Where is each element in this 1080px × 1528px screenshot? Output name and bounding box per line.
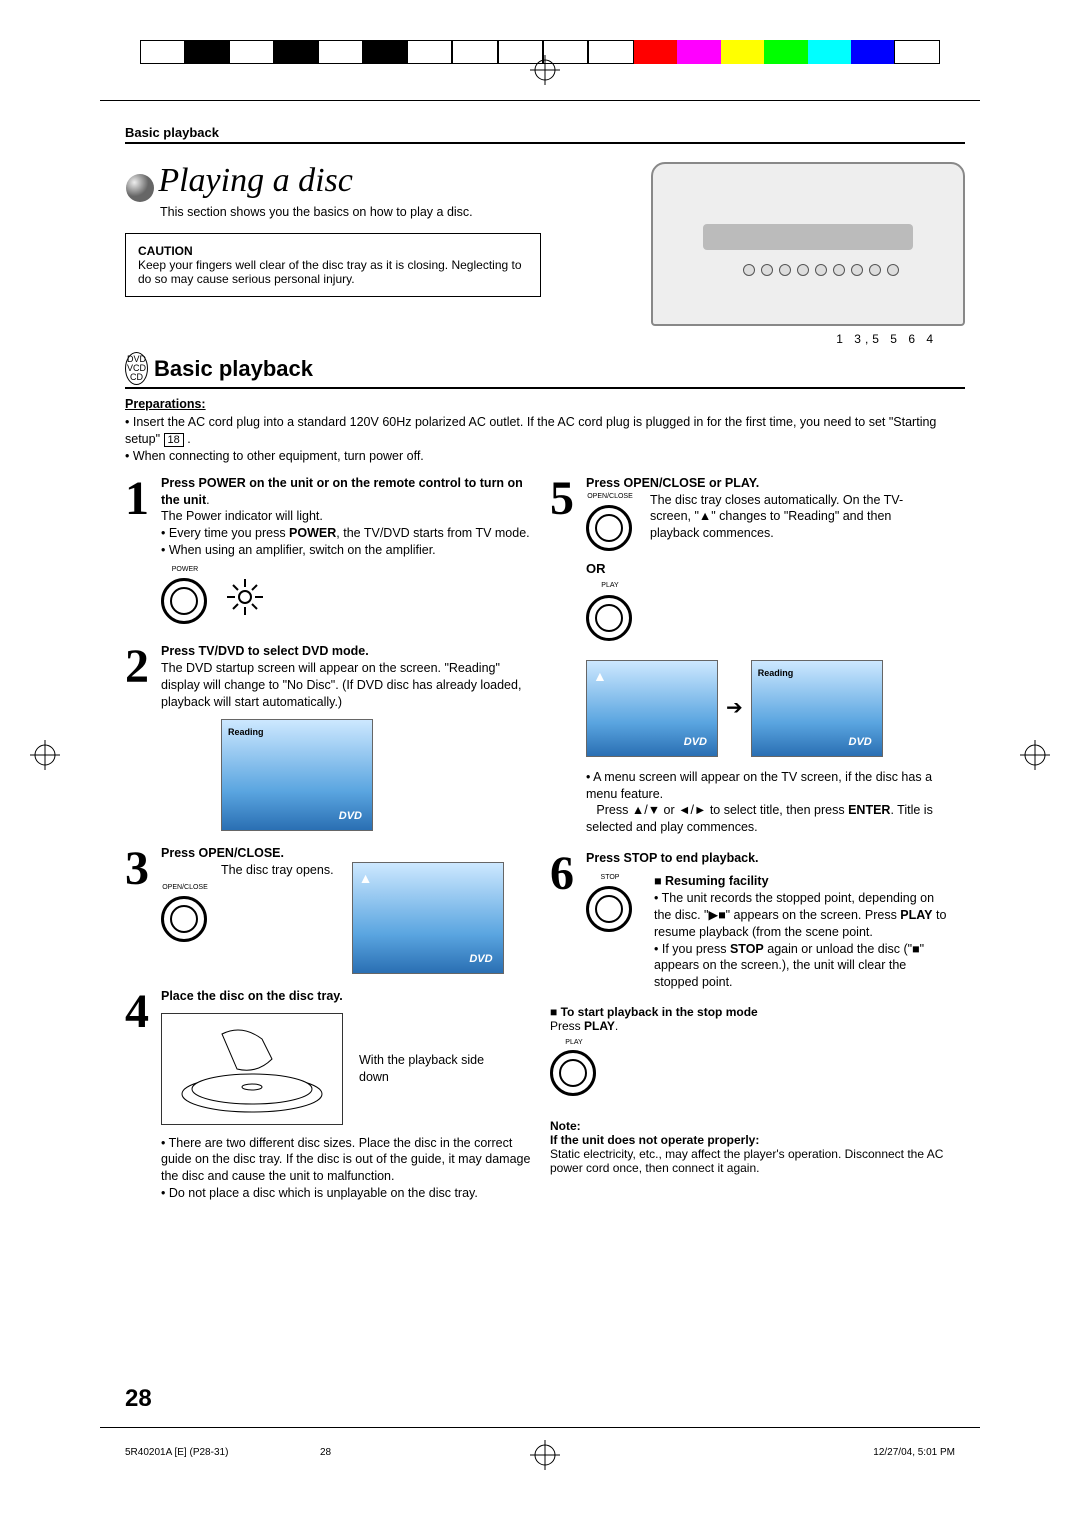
caution-box: CAUTION Keep your fingers well clear of … (125, 233, 541, 297)
power-button-icon (161, 578, 207, 624)
media-type-icons: DVD VCD CD (125, 352, 148, 385)
step-number-1: 1 (125, 475, 161, 630)
or-text: OR (586, 560, 640, 578)
note-sub: If the unit does not operate properly: (550, 1133, 965, 1147)
step-1-bullet-1: • Every time you press POWER, the TV/DVD… (161, 525, 540, 542)
step-6-title: Press STOP to end playback. (586, 851, 759, 865)
step-5-bullet-2: Press ▲/▼ or ◄/► to select title, then p… (586, 802, 965, 836)
step-2-title: Press TV/DVD to select DVD mode. (161, 644, 369, 658)
tv-screen-eject: ▲ DVD (352, 862, 504, 974)
registration-mark-icon (530, 1440, 560, 1473)
caution-body: Keep your fingers well clear of the disc… (138, 258, 528, 286)
tv-screen-reading: Reading DVD (221, 719, 373, 831)
restart-head: ■ To start playback in the stop mode (550, 1005, 965, 1019)
step-4-title: Place the disc on the disc tray. (161, 989, 343, 1003)
play-button-label-5: PLAY (586, 581, 634, 590)
crop-mark (100, 1427, 980, 1428)
stop-button-label: STOP (586, 873, 634, 882)
crop-mark (100, 100, 980, 101)
step-1-title: Press POWER on the unit or on the remote… (161, 476, 523, 507)
preparations-head: Preparations: (125, 397, 965, 411)
open-close-button-icon (161, 896, 207, 942)
power-button-label: POWER (161, 565, 209, 574)
step-1-bullet-2: • When using an amplifier, switch on the… (161, 542, 540, 559)
step-5-bullet-1: • A menu screen will appear on the TV sc… (586, 769, 965, 803)
step-3-title: Press OPEN/CLOSE. (161, 846, 284, 860)
intro-text: This section shows you the basics on how… (160, 205, 565, 219)
page-title: Playing a disc (158, 162, 353, 199)
footer-mid: 28 (320, 1447, 331, 1458)
light-icon (215, 575, 275, 619)
step-number-2: 2 (125, 643, 161, 831)
note-head: Note: (550, 1119, 965, 1133)
registration-mark-icon (30, 740, 60, 773)
note-body: Static electricity, etc., may affect the… (550, 1147, 965, 1175)
step-6-bullet-2: • If you press STOP again or unload the … (654, 941, 954, 992)
prep-item-2: • When connecting to other equipment, tu… (125, 448, 965, 465)
step-4-bullet-1: • There are two different disc sizes. Pl… (161, 1135, 540, 1186)
caution-head: CAUTION (138, 244, 528, 258)
step-number-4: 4 (125, 988, 161, 1202)
step-4-side: With the playback side down (359, 1052, 489, 1086)
tv-screen-eject-5: ▲ DVD (586, 660, 718, 757)
subsection-title: Basic playback (154, 356, 313, 382)
section-header: Basic playback (125, 125, 965, 140)
registration-mark-icon (530, 55, 560, 88)
step-5-title: Press OPEN/CLOSE or PLAY. (586, 476, 759, 490)
step-number-3: 3 (125, 845, 161, 974)
sphere-icon (125, 173, 155, 203)
step-3-body: The disc tray opens. (221, 862, 334, 879)
step-4-bullet-2: • Do not place a disc which is unplayabl… (161, 1185, 540, 1202)
open-close-button-label-5: OPEN/CLOSE (586, 492, 634, 501)
open-close-button-label: OPEN/CLOSE (161, 883, 209, 892)
step-1-body: The Power indicator will light. (161, 508, 540, 525)
step-number-5: 5 (550, 475, 586, 837)
step-5-body: The disc tray closes automatically. On t… (650, 492, 930, 543)
prep-item-1: • Insert the AC cord plug into a standar… (125, 414, 965, 448)
play-button-label: PLAY (550, 1039, 598, 1046)
restart-body: Press PLAY. (550, 1019, 965, 1033)
stop-button-icon (586, 886, 632, 932)
step-2-body: The DVD startup screen will appear on th… (161, 660, 540, 711)
page-number: 28 (125, 1385, 152, 1413)
footer-left: 5R40201A [E] (P28-31) (125, 1447, 228, 1458)
registration-mark-icon (1020, 740, 1050, 773)
open-close-button-icon-5 (586, 505, 632, 551)
step-6-bullet-1: • The unit records the stopped point, de… (654, 890, 954, 941)
resuming-head: ■ Resuming facility (654, 873, 954, 890)
disc-tray-illustration (161, 1013, 343, 1125)
device-illustration (651, 162, 965, 326)
step-number-6: 6 (550, 850, 586, 991)
device-button-labels: 1 3,5 5 6 4 (836, 332, 937, 346)
tv-screen-reading-5: Reading DVD (751, 660, 883, 757)
arrow-right-icon: ➔ (726, 695, 743, 722)
footer-right: 12/27/04, 5:01 PM (873, 1447, 955, 1458)
play-button-icon-5 (586, 595, 632, 641)
play-button-icon (550, 1050, 596, 1096)
